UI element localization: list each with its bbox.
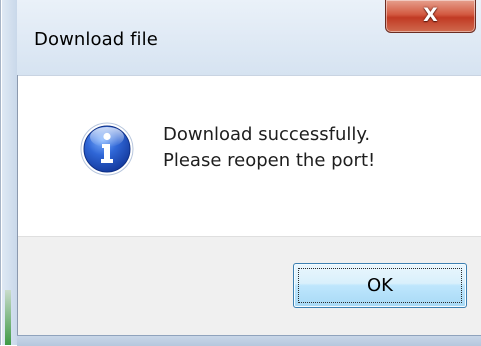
frame-accent <box>5 290 11 345</box>
message-line-2: Please reopen the port! <box>163 150 376 171</box>
ok-button[interactable]: OK <box>293 263 467 308</box>
window-bottom-frame <box>17 335 481 346</box>
dialog-message: Download successfully. Please reopen the… <box>163 122 375 174</box>
close-button[interactable]: X <box>385 0 476 33</box>
dialog-title: Download file <box>34 29 158 50</box>
close-icon: X <box>423 3 438 26</box>
window-left-frame <box>2 0 18 345</box>
dialog-window: Download file X Download successfully. P… <box>0 0 481 346</box>
title-bar[interactable]: Download file X <box>17 0 481 75</box>
information-icon <box>80 122 134 176</box>
ok-button-label: OK <box>367 275 393 296</box>
message-line-1: Download successfully. <box>163 124 371 145</box>
